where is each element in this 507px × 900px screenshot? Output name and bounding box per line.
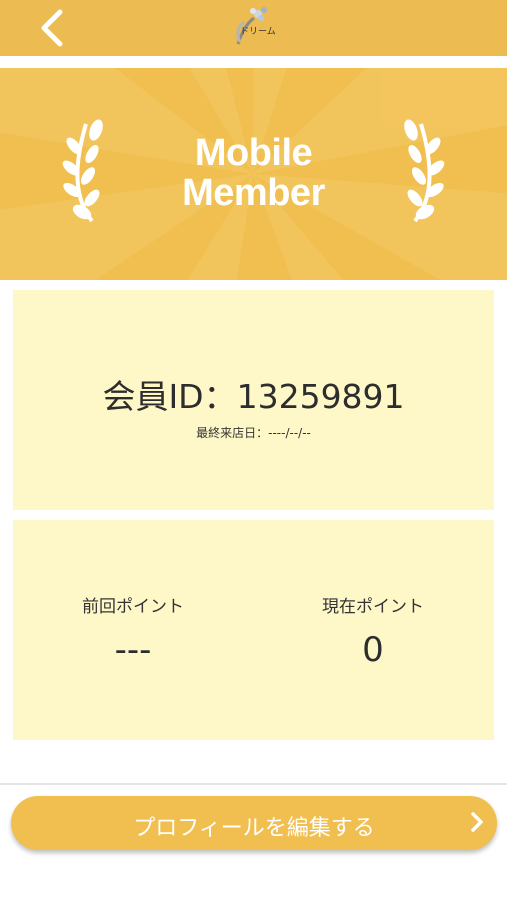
last-visit-date: 最終来店日：----/--/-- — [196, 426, 311, 440]
banner-title-line1: Mobile — [194, 132, 313, 174]
logo-text: ドリーム — [240, 27, 276, 37]
banner-title-line2: Member — [182, 172, 325, 214]
member-banner: Mobile Member — [0, 68, 507, 280]
member-id: 会員ID：13259891 — [102, 377, 405, 416]
chevron-right-icon — [471, 812, 483, 832]
edit-profile-button[interactable]: プロフィールを編集する — [11, 796, 497, 850]
points-card: 前回ポイント --- 現在ポイント 0 — [13, 520, 494, 740]
edit-profile-label: プロフィールを編集する — [133, 816, 375, 841]
previous-points-label: 前回ポイント — [82, 597, 184, 617]
previous-points-value: --- — [114, 630, 152, 670]
chevron-left-icon — [41, 9, 63, 47]
header-gap — [0, 56, 507, 68]
current-points-value: 0 — [362, 630, 384, 670]
divider — [0, 783, 507, 785]
back-button[interactable] — [36, 8, 70, 48]
current-points-label: 現在ポイント — [322, 597, 424, 617]
member-id-card: 会員ID：13259891 最終来店日：----/--/-- — [13, 290, 494, 510]
app-logo: ドリーム — [228, 4, 280, 50]
app-header: ドリーム — [0, 0, 507, 56]
